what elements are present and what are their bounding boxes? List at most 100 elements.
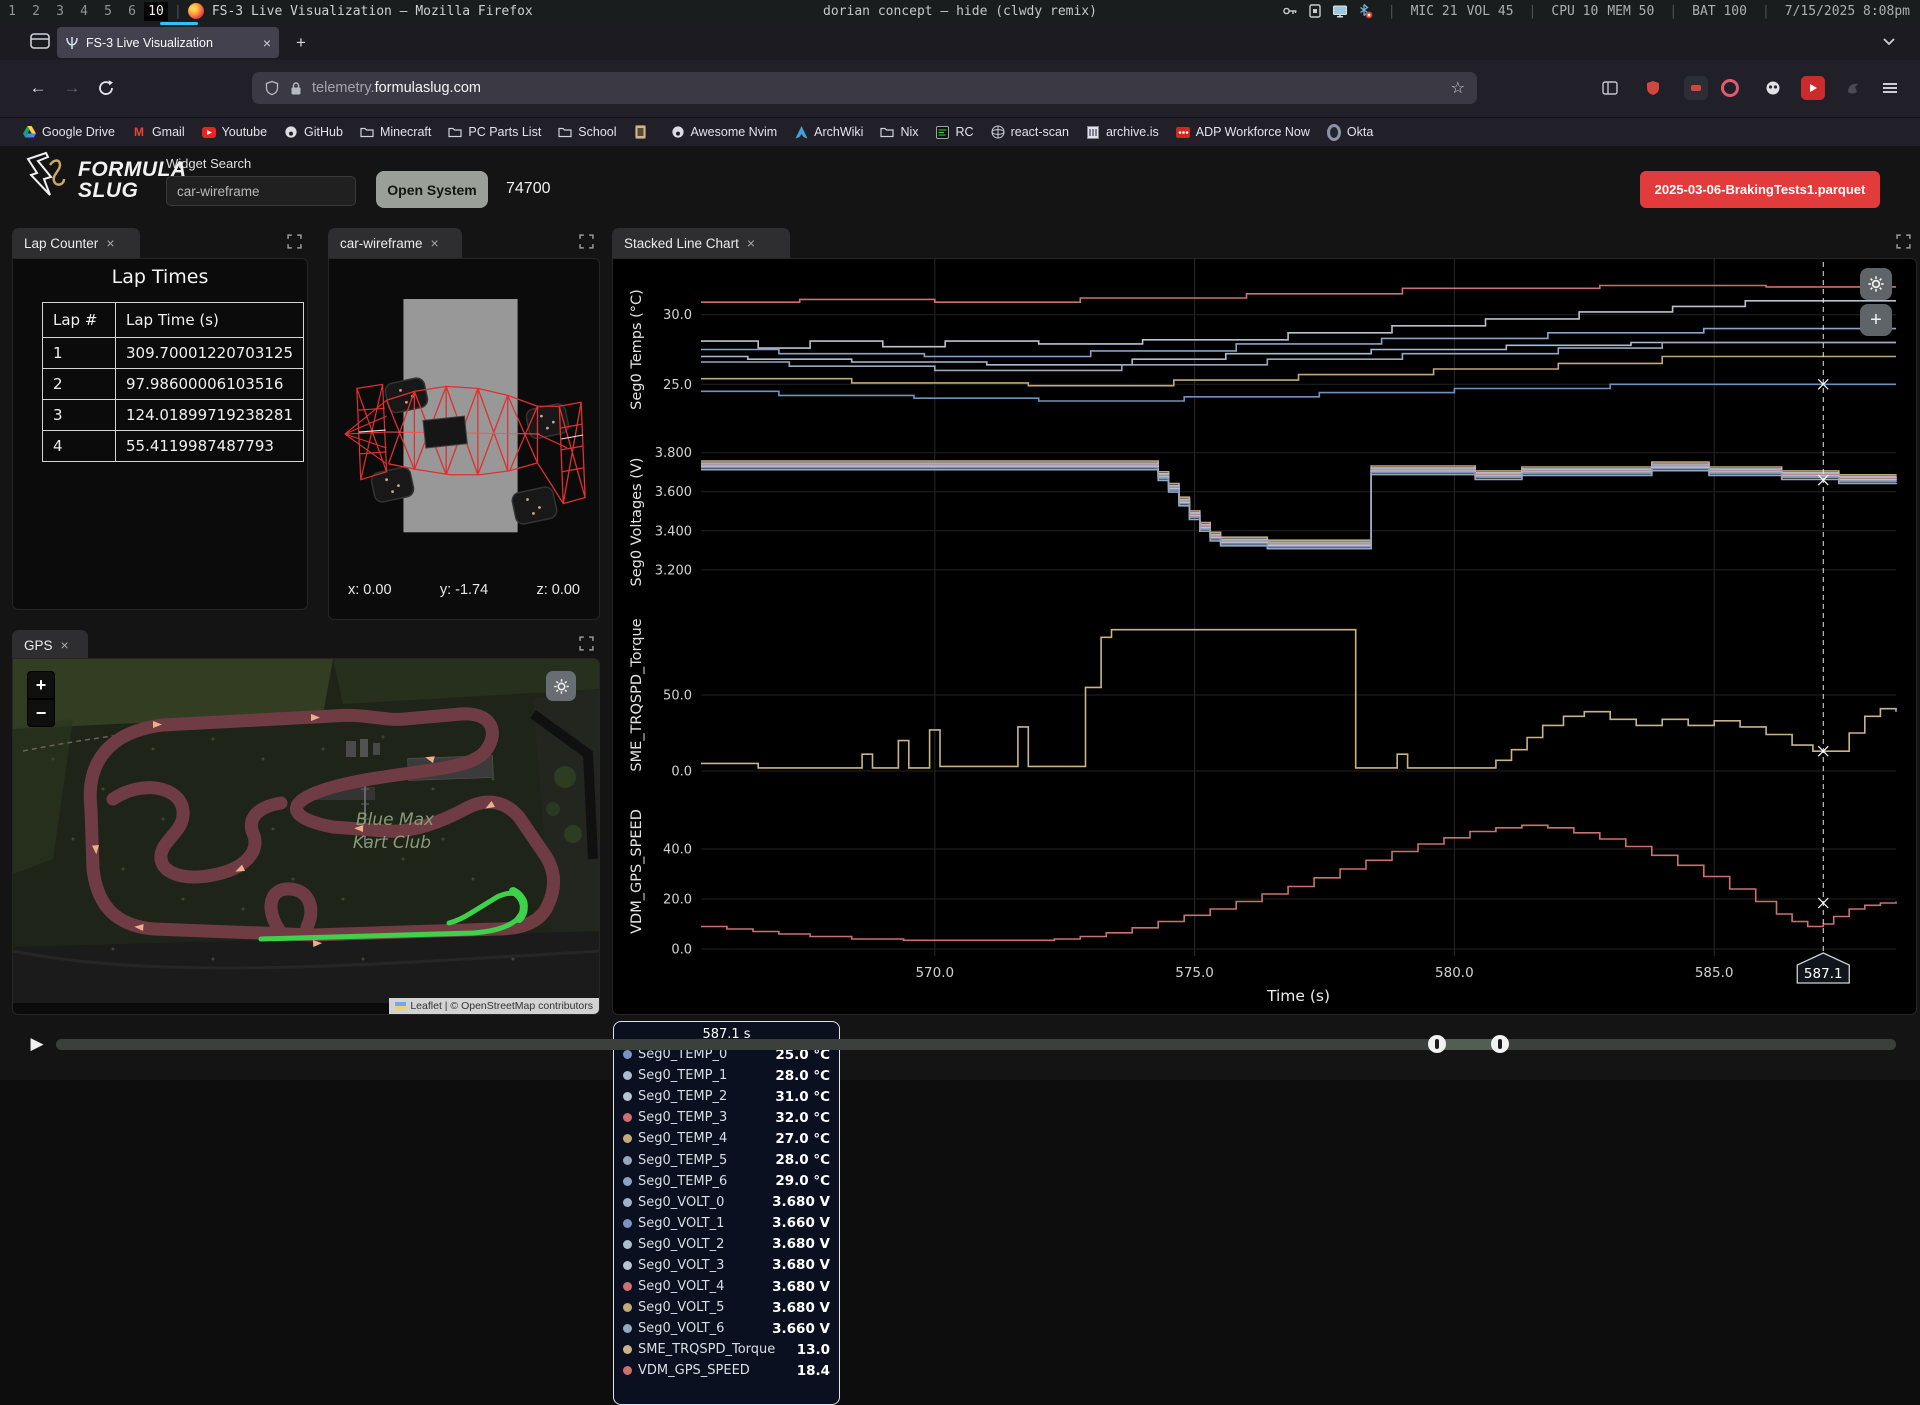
gps-map-panel[interactable]: Blue Max Kart Club + − Leaflet | © OpenS…: [12, 658, 600, 1015]
map-zoom-out-button[interactable]: −: [27, 699, 55, 727]
firefox-view-icon[interactable]: [28, 30, 52, 52]
close-icon[interactable]: ×: [106, 235, 114, 251]
bookmark-adp[interactable]: ADP Workforce Now: [1176, 125, 1310, 139]
car-wireframe-panel[interactable]: [328, 258, 600, 620]
map-zoom-in-button[interactable]: +: [27, 671, 55, 699]
car-wireframe-expand-icon[interactable]: [579, 234, 594, 249]
tab-close-icon[interactable]: ×: [263, 35, 271, 51]
timeline-end-handle[interactable]: [1491, 1035, 1509, 1053]
bookmark-awesome-nvim[interactable]: Awesome Nvim: [671, 125, 778, 139]
series-color-dot: [623, 1050, 632, 1059]
workspace-1[interactable]: 1: [0, 4, 24, 19]
lock-icon[interactable]: [289, 81, 303, 96]
mic-level: MIC 21: [1411, 4, 1458, 19]
browser-tab[interactable]: FS-3 Live Visualization ×: [57, 27, 279, 58]
gps-expand-icon[interactable]: [579, 636, 594, 651]
stacked-line-chart-panel[interactable]: 25.030.0Seg0 Temps (°C)3.2003.4003.6003.…: [612, 258, 1917, 1015]
stacked-line-chart-panel-tab[interactable]: Stacked Line Chart ×: [612, 228, 790, 258]
series-color-dot: [623, 1198, 632, 1207]
mouse-key-icon[interactable]: [1282, 3, 1298, 19]
bookmark-card[interactable]: [634, 125, 654, 139]
parquet-file-button[interactable]: 2025-03-06-BrakingTests1.parquet: [1640, 171, 1880, 208]
tooltip-row: Seg0_TEMP_629.0 °C: [623, 1171, 830, 1192]
svg-text:SME_TRQSPD_Torque: SME_TRQSPD_Torque: [629, 618, 645, 771]
series-color-dot: [623, 1324, 632, 1333]
display-icon[interactable]: [1332, 3, 1348, 19]
open-system-button[interactable]: Open System: [376, 171, 488, 208]
bookmark-youtube[interactable]: Youtube: [202, 125, 267, 139]
video-extension-icon[interactable]: [1801, 76, 1825, 100]
car-wireframe-panel-tab[interactable]: car-wireframe ×: [328, 228, 462, 258]
bookmark-star-icon[interactable]: ☆: [1451, 78, 1465, 98]
bookmark-react-scan[interactable]: react-scan: [991, 125, 1069, 139]
lap-times-table: Lap # Lap Time (s) 1309.70001220703125 2…: [42, 302, 304, 462]
forward-button[interactable]: →: [58, 74, 86, 102]
bookmark-google-drive[interactable]: Google Drive: [22, 125, 115, 139]
reload-icon[interactable]: [96, 78, 116, 98]
map-label-line2: Kart Club: [353, 833, 431, 853]
chart-settings-gear-button[interactable]: [1860, 268, 1892, 300]
bookmark-okta[interactable]: Okta: [1327, 125, 1373, 139]
workspace-10-active[interactable]: 10: [144, 2, 168, 21]
lap-counter-expand-icon[interactable]: [287, 234, 302, 249]
extension-icon-dark-square[interactable]: [1684, 76, 1708, 100]
svg-text:570.0: 570.0: [915, 965, 954, 981]
bookmark-archive-is[interactable]: archive.is: [1086, 125, 1159, 139]
chart-expand-icon[interactable]: [1896, 234, 1911, 249]
panda-extension-icon[interactable]: [1761, 76, 1785, 100]
map-settings-gear-button[interactable]: [546, 671, 576, 701]
gps-panel-tab[interactable]: GPS ×: [12, 630, 88, 660]
tab-title: FS-3 Live Visualization: [86, 36, 213, 50]
close-icon[interactable]: ×: [431, 235, 439, 251]
map-label-line1: Blue Max: [356, 810, 435, 830]
bookmark-pc-parts-list[interactable]: PC Parts List: [448, 125, 541, 139]
lap-counter-panel-tab[interactable]: Lap Counter ×: [12, 228, 140, 258]
play-button[interactable]: ▶: [24, 1031, 50, 1057]
battery-level: BAT 100: [1692, 4, 1747, 19]
svg-text:Seg0 Temps (°C): Seg0 Temps (°C): [629, 289, 645, 410]
close-icon[interactable]: ×: [61, 637, 69, 653]
bookmark-minecraft[interactable]: Minecraft: [360, 125, 431, 139]
svg-text:587.1: 587.1: [1804, 966, 1843, 982]
raven-extension-icon[interactable]: [1841, 76, 1865, 100]
sidebar-toggle-icon[interactable]: [1598, 76, 1622, 100]
chart-add-button[interactable]: +: [1860, 304, 1892, 336]
site-favicon: [65, 36, 79, 50]
shield-icon[interactable]: [264, 80, 280, 96]
tooltip-row: Seg0_TEMP_427.0 °C: [623, 1128, 830, 1149]
bookmark-archwiki[interactable]: ArchWiki: [794, 125, 863, 139]
url-bar[interactable]: telemetry.formulaslug.com ☆: [252, 72, 1477, 104]
clipboard-icon[interactable]: [1307, 3, 1323, 19]
timeline-start-handle[interactable]: [1428, 1035, 1446, 1053]
youtube-icon: [202, 125, 216, 139]
extension-icon-red-ring[interactable]: [1718, 76, 1742, 100]
bookmark-school[interactable]: School: [558, 125, 616, 139]
workspace-6[interactable]: 6: [120, 4, 144, 19]
series-color-dot: [623, 1345, 632, 1354]
svg-text:0.0: 0.0: [671, 943, 692, 958]
widget-search-input[interactable]: car-wireframe: [166, 176, 356, 206]
new-tab-button[interactable]: +: [288, 30, 314, 56]
stacked-line-chart[interactable]: 25.030.0Seg0 Temps (°C)3.2003.4003.6003.…: [613, 259, 1918, 1016]
workspace-3[interactable]: 3: [48, 4, 72, 19]
workspace-4[interactable]: 4: [72, 4, 96, 19]
bookmark-nix[interactable]: Nix: [880, 125, 918, 139]
svg-text:Time (s): Time (s): [1266, 987, 1330, 1005]
map-attribution: Leaflet | © OpenStreetMap contributors: [389, 998, 599, 1014]
list-all-tabs-chevron-icon[interactable]: [1878, 33, 1900, 51]
bookmark-rc[interactable]: RC: [936, 125, 974, 139]
svg-text:580.0: 580.0: [1435, 965, 1474, 981]
series-color-dot: [623, 1156, 632, 1165]
workspace-2[interactable]: 2: [24, 4, 48, 19]
bookmark-github[interactable]: GitHub: [284, 125, 343, 139]
ublock-shield-icon[interactable]: [1641, 76, 1665, 100]
car-wireframe-3d-view[interactable]: [329, 259, 599, 619]
workspace-5[interactable]: 5: [96, 4, 120, 19]
bluetooth-disabled-icon[interactable]: [1357, 3, 1373, 19]
timeline-slider[interactable]: [56, 1039, 1896, 1050]
bookmark-gmail[interactable]: MGmail: [132, 125, 185, 139]
close-icon[interactable]: ×: [747, 235, 755, 251]
leaflet-map[interactable]: Blue Max Kart Club: [13, 659, 600, 1003]
back-button[interactable]: ←: [24, 74, 52, 102]
menu-hamburger-icon[interactable]: [1878, 76, 1902, 100]
